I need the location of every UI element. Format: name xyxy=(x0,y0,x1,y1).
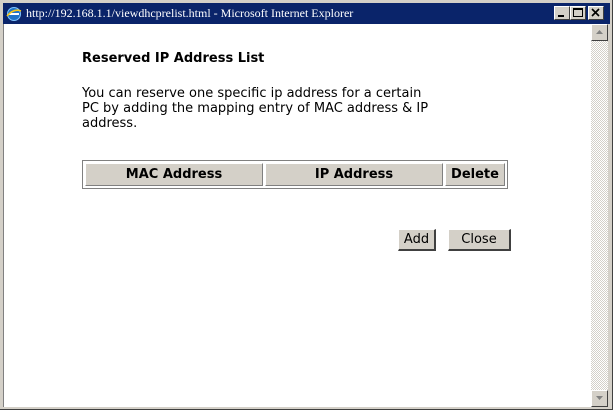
window-title: http://192.168.1.1/viewdhcprelist.html -… xyxy=(26,6,354,20)
description-line: PC by adding the mapping entry of MAC ad… xyxy=(82,101,429,116)
reserved-ip-table: MAC Address IP Address Delete xyxy=(82,160,508,189)
add-button[interactable]: Add xyxy=(398,229,436,251)
scroll-up-button[interactable] xyxy=(591,24,608,41)
column-header-ip-address: IP Address xyxy=(265,163,443,186)
vertical-scrollbar[interactable] xyxy=(591,24,608,407)
ie-icon xyxy=(6,6,22,22)
minimize-button[interactable] xyxy=(554,6,570,20)
arrow-down-icon xyxy=(596,396,603,400)
close-window-button[interactable] xyxy=(588,6,604,20)
table-header-row: MAC Address IP Address Delete xyxy=(85,163,505,186)
browser-window: http://192.168.1.1/viewdhcprelist.html -… xyxy=(0,0,613,410)
column-header-delete: Delete xyxy=(445,163,505,186)
description-line: address. xyxy=(82,116,138,131)
title-bar[interactable]: http://192.168.1.1/viewdhcprelist.html -… xyxy=(3,3,610,24)
description: You can reserve one specific ip address … xyxy=(82,86,542,131)
arrow-up-icon xyxy=(596,30,603,34)
maximize-icon xyxy=(573,8,583,17)
minimize-icon xyxy=(558,15,564,17)
maximize-button[interactable] xyxy=(570,6,586,20)
page-content xyxy=(3,24,591,407)
column-header-mac-address: MAC Address xyxy=(85,163,263,186)
description-line: You can reserve one specific ip address … xyxy=(82,86,422,101)
close-button[interactable]: Close xyxy=(448,229,511,251)
scroll-down-button[interactable] xyxy=(591,390,608,407)
close-icon xyxy=(591,8,600,17)
page-title: Reserved IP Address List xyxy=(82,51,265,66)
